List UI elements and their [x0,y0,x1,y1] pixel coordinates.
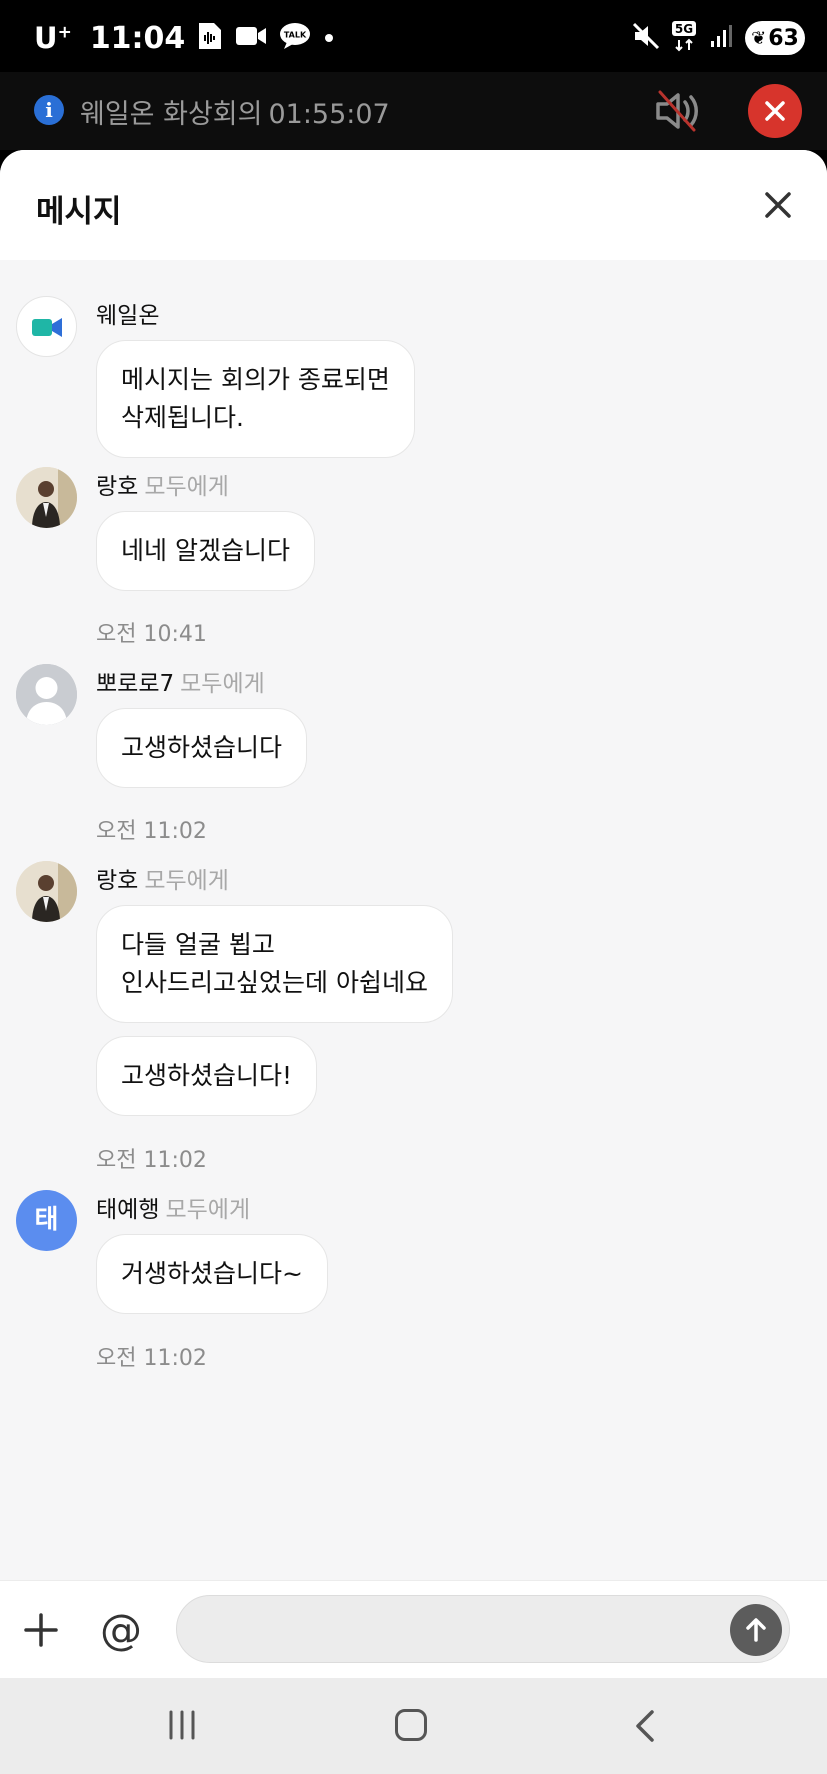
avatar-initial: 태 [16,1190,77,1251]
recents-icon [169,1710,195,1740]
sheet-header: 메시지 [0,150,827,260]
close-icon [765,101,785,121]
mute-icon [631,21,661,55]
message-text: 메시지는 회의가 종료되면 [121,365,390,394]
call-name: 웨일온 화상회의 [80,99,263,130]
message-bubble: 네네 알겠습니다 [96,511,315,591]
avatar-photo [16,861,77,922]
sender-line: 랑호 모두에게 [96,467,229,501]
svg-text:5G: 5G [675,22,693,36]
status-clock: 11:04 [89,20,186,56]
recents-button[interactable] [165,1708,199,1742]
default-person-icon [16,664,77,725]
message-time: 오전 11:02 [96,1346,207,1371]
recipient-label: 모두에게 [180,671,265,697]
message-text: 네네 알겠습니다 [121,536,290,565]
end-call-button[interactable] [748,84,802,138]
message-text: 인사드리고싶었는데 아쉽네요 [121,968,428,997]
avatar-whale-on [16,296,77,357]
message-bubble: 거생하셨습니다~ [96,1234,328,1314]
system-nav-bar [0,1678,827,1774]
recipient-label: 모두에게 [144,868,229,894]
message-text: 삭제됩니다. [121,403,244,432]
sender-line: 태예행 모두에게 [96,1190,250,1224]
sender-name: 뽀로로7 [96,671,175,697]
avatar-default [16,664,77,725]
signal-icon [709,23,735,53]
svg-text:TALK: TALK [284,31,307,40]
message-time: 오전 10:41 [96,622,207,647]
back-button[interactable] [628,1708,662,1744]
sender-name: 태예행 [96,1197,160,1223]
speaker-off-button[interactable] [650,86,708,136]
message-sheet: 메시지 웨일온 메시지는 회의가 종료되면 삭제됩니다. 랑호 모두에게 네네 … [0,150,827,1678]
message-input[interactable] [201,1610,681,1650]
plus-icon [24,1613,58,1647]
close-icon [765,192,791,218]
call-bar: i 웨일온 화상회의 01:55:07 [0,72,827,150]
battery-icon: ❦ 63 [745,21,805,55]
talk-icon: TALK [279,22,311,54]
avatar-photo [16,467,77,528]
message-bubble: 고생하셨습니다! [96,1036,318,1116]
close-button[interactable] [761,188,795,222]
sender-name: 랑호 [96,868,139,894]
message-bubble: 다들 얼굴 뵙고 인사드리고싶었는데 아쉽네요 [96,905,453,1023]
message-composer: @ [0,1580,827,1678]
carrier-label: U+ [34,21,72,55]
user-photo [16,861,77,922]
message-time: 오전 11:02 [96,819,207,844]
message-input-field[interactable] [176,1595,790,1663]
info-icon[interactable]: i [34,95,64,125]
back-icon [636,1710,654,1742]
send-button[interactable] [730,1604,782,1656]
arrow-up-icon [746,1618,766,1642]
call-elapsed-time: 01:55:07 [268,99,390,130]
message-bubble: 메시지는 회의가 종료되면 삭제됩니다. [96,340,415,458]
network-5g-icon: 5G [671,20,699,56]
battery-level: 63 [768,25,799,51]
attach-button[interactable] [22,1611,60,1649]
call-title: 웨일온 화상회의 01:55:07 [80,92,390,131]
message-text: 다들 얼굴 뵙고 [121,930,275,959]
sender-name: 웨일온 [96,303,160,329]
message-list[interactable]: 웨일온 메시지는 회의가 종료되면 삭제됩니다. 랑호 모두에게 네네 알겠습니다… [0,260,827,1470]
sender-name: 랑호 [96,474,139,500]
message-text: 거생하셨습니다~ [121,1259,303,1288]
message-time: 오전 11:02 [96,1148,207,1173]
user-photo [16,467,77,528]
message-text: 고생하셨습니다 [121,733,283,762]
home-button[interactable] [395,1709,427,1741]
page-title: 메시지 [36,194,122,230]
mention-button[interactable]: @ [98,1607,144,1653]
notification-doc-icon [197,21,223,55]
recipient-label: 모두에게 [165,1197,251,1223]
video-icon [235,24,267,52]
speaker-off-icon [656,90,698,132]
sender-line: 랑호 모두에게 [96,861,229,895]
whale-on-camera-icon [32,318,62,337]
status-bar: U+ 11:04 TALK 5G ❦ 63 [0,0,827,72]
dot-icon [323,29,335,48]
message-bubble: 고생하셨습니다 [96,708,308,788]
sender-line: 뽀로로7 모두에게 [96,664,265,698]
message-text: 고생하셨습니다! [121,1061,293,1090]
recipient-label: 모두에게 [144,474,229,500]
